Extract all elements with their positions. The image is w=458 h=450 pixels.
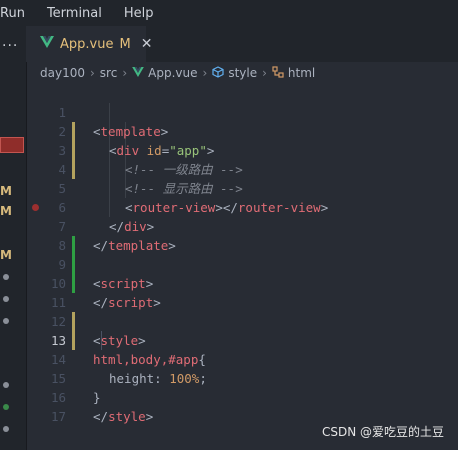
breadcrumb-src[interactable]: src <box>100 66 118 80</box>
chevron-right-icon: › <box>262 66 267 80</box>
vue-file-icon <box>40 36 54 52</box>
activity-sidebar: ··· M M M <box>0 26 27 450</box>
sidebar-error-badge <box>0 137 24 153</box>
tab-app-vue[interactable]: App.vue M ✕ <box>26 26 152 62</box>
code-line: 9 <script> <box>26 236 458 291</box>
breadcrumb-day100[interactable]: day100 <box>40 66 85 80</box>
tab-bar: App.vue M ✕ <box>26 26 458 62</box>
code-line: 2 <div id="app"> <box>26 103 458 158</box>
more-icon[interactable]: ··· <box>2 38 18 54</box>
code-line: 11 <box>26 274 458 310</box>
status-dot <box>3 274 9 280</box>
tab-filename: App.vue <box>60 36 114 52</box>
close-icon[interactable]: ✕ <box>141 36 153 52</box>
code-line: 15 } <box>26 350 458 405</box>
selector-icon <box>272 65 284 81</box>
watermark: CSDN @爱吃豆的土豆 <box>321 425 444 439</box>
code-line: 17 <box>26 388 458 424</box>
menu-help[interactable]: Help <box>124 6 154 21</box>
code-line: 6 </div> <box>26 179 458 234</box>
breadcrumb-style[interactable]: style <box>228 66 257 80</box>
menu-terminal[interactable]: Terminal <box>47 6 102 21</box>
code-line: 12 <style> <box>26 293 458 348</box>
code-line-active: 13 html,body,#app{ <box>26 312 458 367</box>
breadcrumb-app-vue[interactable]: App.vue <box>148 66 197 80</box>
code-line: 7 </template> <box>26 198 458 253</box>
status-dot <box>3 404 9 410</box>
status-dot <box>3 296 9 302</box>
modified-mark: M <box>0 184 12 198</box>
code-line: 16 </style> <box>26 369 458 424</box>
code-line: 1 <template> <box>26 84 458 139</box>
menu-run[interactable]: Run <box>0 6 25 21</box>
code-line: 5 <router-view></router-view> <box>26 160 458 215</box>
code-line: 8 <box>26 217 458 253</box>
chevron-right-icon: › <box>89 66 95 80</box>
chevron-right-icon: › <box>122 66 128 80</box>
modified-mark: M <box>0 248 12 262</box>
code-line: 10 </script> <box>26 255 458 310</box>
cube-icon <box>212 65 224 81</box>
status-dot <box>3 382 9 388</box>
code-line: 14 height: 100%; <box>26 331 458 386</box>
line-number: 17 <box>50 409 66 424</box>
tab-modified-badge: M <box>119 36 131 52</box>
code-editor[interactable]: 1 <template> 2 <div id="app"> 3 <!-- 一级路… <box>26 84 458 450</box>
modified-mark: M <box>0 204 12 218</box>
code-line: 4 <!-- 显示路由 --> <box>26 141 458 196</box>
breadcrumb: day100 › src › App.vue › style › html <box>40 62 458 84</box>
code-line: 3 <!-- 一级路由 --> <box>26 122 458 177</box>
breadcrumb-html[interactable]: html <box>288 66 315 80</box>
menu-bar: Run Terminal Help <box>0 0 458 26</box>
status-dot <box>3 318 9 324</box>
vue-file-icon <box>132 66 144 80</box>
chevron-right-icon: › <box>202 66 208 80</box>
status-dot <box>3 426 9 432</box>
